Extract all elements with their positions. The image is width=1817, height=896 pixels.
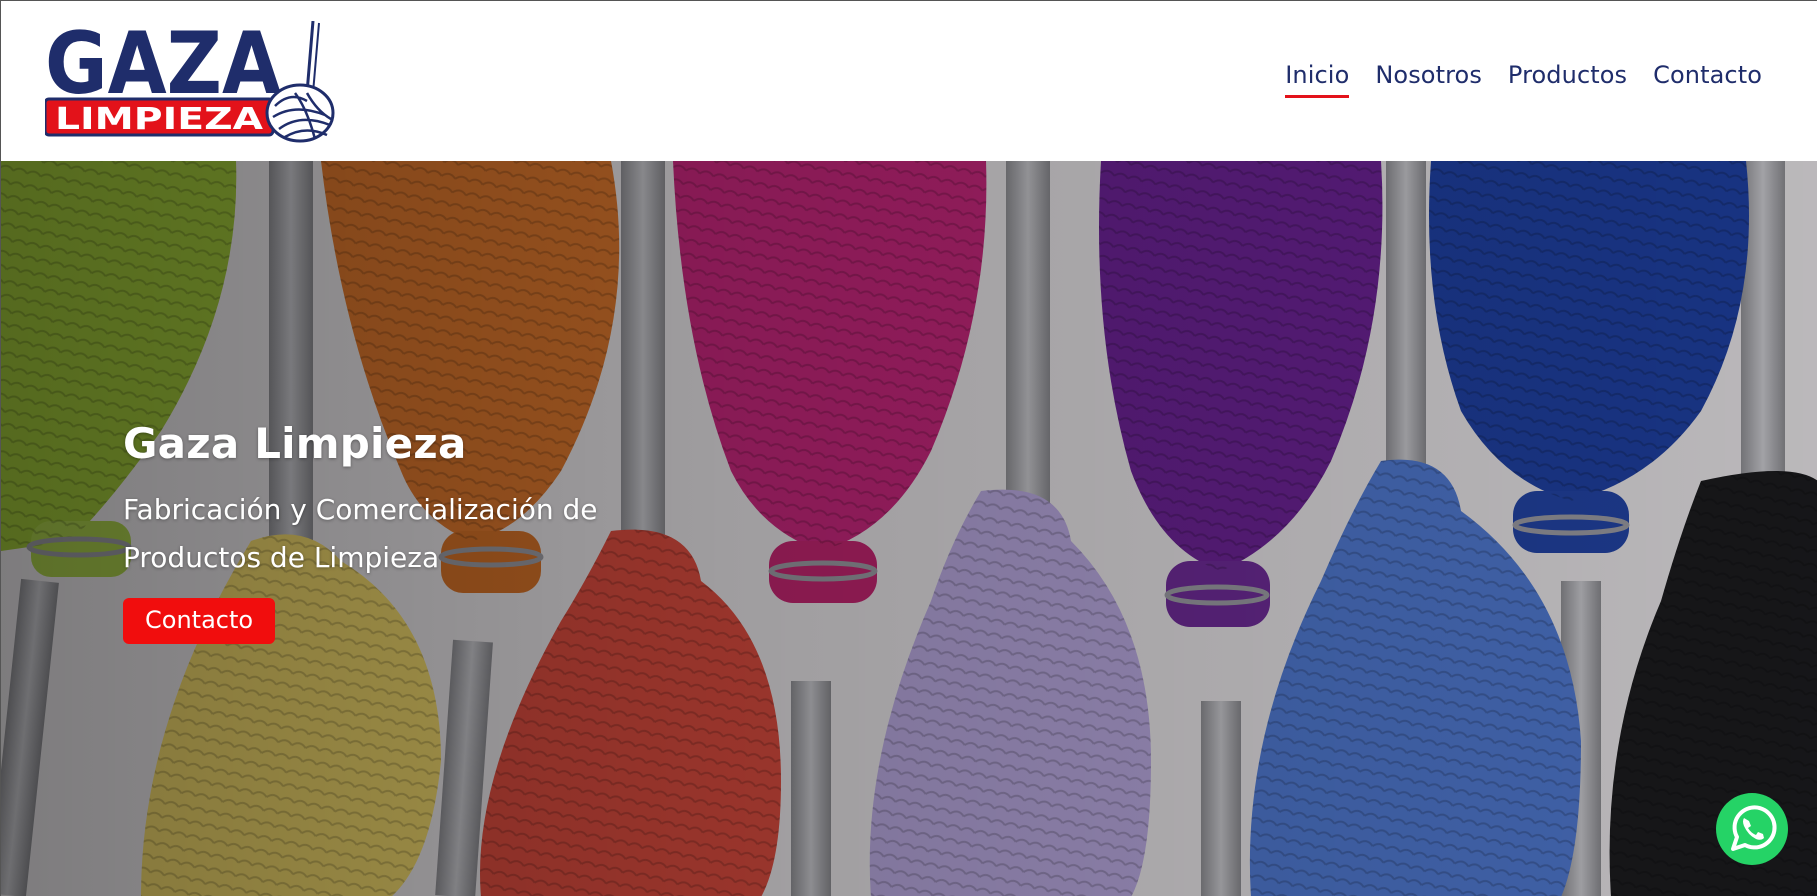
- hero-subtitle-line2: Productos de Limpieza: [123, 541, 440, 574]
- hero-banner: Gaza Limpieza Fabricación y Comercializa…: [1, 161, 1817, 896]
- nav-nosotros[interactable]: Nosotros: [1375, 61, 1482, 98]
- contact-button[interactable]: Contacto: [123, 598, 276, 644]
- nav-contacto[interactable]: Contacto: [1653, 61, 1762, 98]
- hero-subtitle: Fabricación y Comercialización de Produc…: [123, 486, 683, 582]
- whatsapp-button[interactable]: [1714, 791, 1790, 867]
- logo-graphic: GAZA LIMPIEZA: [45, 21, 335, 143]
- site-header: GAZA LIMPIEZA Inicio Nosotros Productos …: [1, 1, 1817, 161]
- nav-productos[interactable]: Productos: [1508, 61, 1627, 98]
- hero-title: Gaza Limpieza: [123, 419, 467, 468]
- logo-word-bottom: LIMPIEZA: [55, 102, 264, 137]
- page: GAZA LIMPIEZA Inicio Nosotros Productos …: [0, 0, 1817, 896]
- nav-inicio[interactable]: Inicio: [1285, 61, 1350, 98]
- whatsapp-icon: [1716, 793, 1788, 865]
- hero-content: Gaza Limpieza Fabricación y Comercializa…: [123, 419, 683, 644]
- main-nav: Inicio Nosotros Productos Contacto: [1285, 61, 1762, 98]
- hero-subtitle-line1: Fabricación y Comercialización de: [123, 493, 598, 526]
- logo[interactable]: GAZA LIMPIEZA: [45, 21, 335, 143]
